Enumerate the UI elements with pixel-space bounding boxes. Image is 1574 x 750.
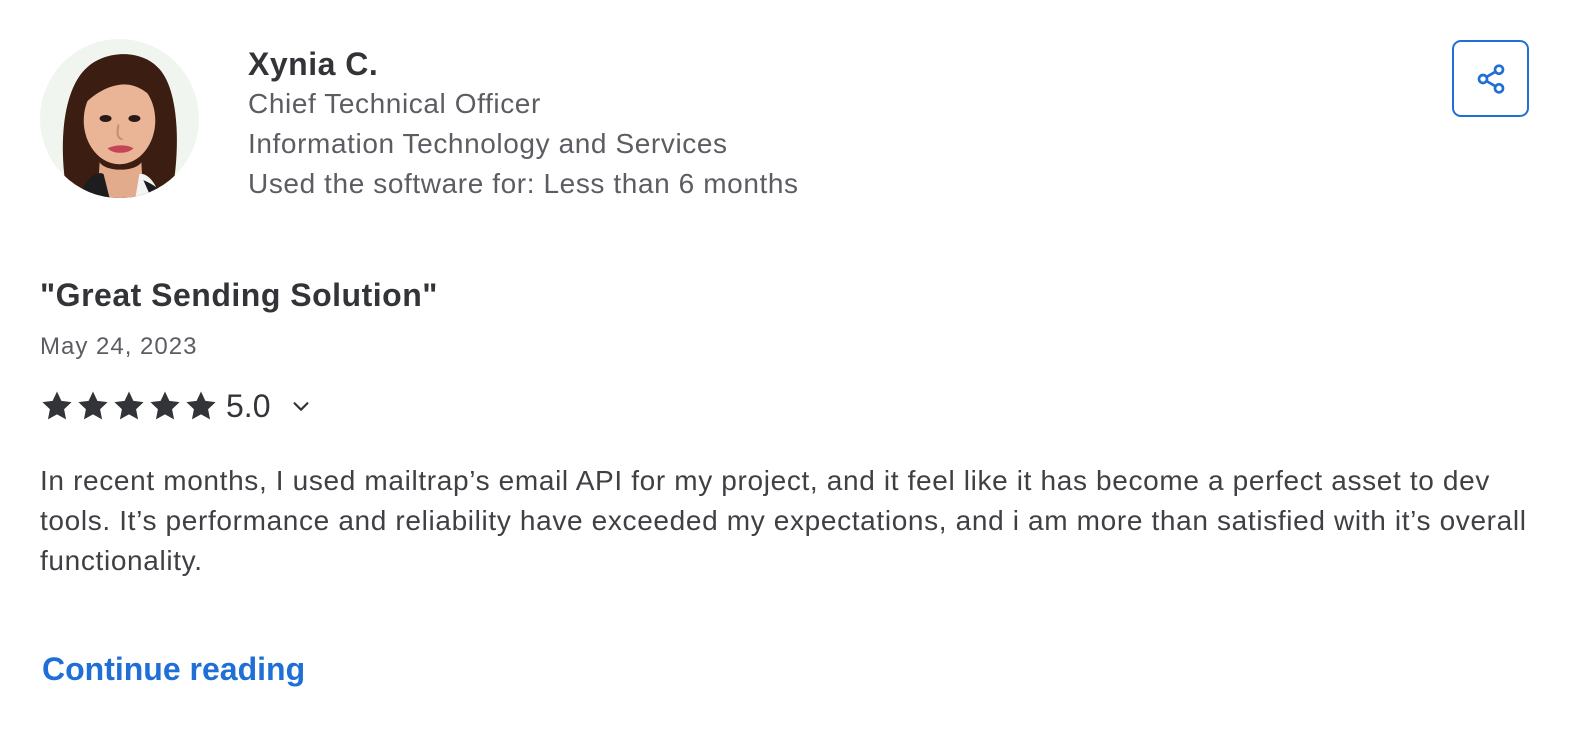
rating-value: 5.0 <box>226 388 271 424</box>
star-rating <box>40 389 220 423</box>
reviewer-usage-duration: Used the software for: Less than 6 month… <box>248 168 799 199</box>
rating-details-toggle[interactable] <box>288 393 314 419</box>
review-body: In recent months, I used mailtrap’s emai… <box>40 465 1527 576</box>
reviewer-name: Xynia C. <box>248 46 379 82</box>
reviewer-job-title: Chief Technical Officer <box>248 88 541 119</box>
continue-reading-link[interactable]: Continue reading <box>42 648 305 690</box>
reviewer-industry: Information Technology and Services <box>248 128 728 159</box>
review-title: "Great Sending Solution" <box>40 277 438 313</box>
star-icon <box>148 389 182 423</box>
review-date: May 24, 2023 <box>40 333 198 360</box>
share-button[interactable] <box>1452 40 1529 117</box>
star-icon <box>112 389 146 423</box>
chevron-down-icon <box>290 395 312 417</box>
star-icon <box>76 389 110 423</box>
star-icon <box>184 389 218 423</box>
reviewer-photo-icon <box>40 39 199 198</box>
avatar <box>40 39 199 198</box>
reviewer-info: Xynia C. Chief Technical Officer Informa… <box>248 44 799 204</box>
share-icon <box>1475 63 1507 95</box>
rating-row: 5.0 <box>40 386 314 426</box>
star-icon <box>40 389 74 423</box>
